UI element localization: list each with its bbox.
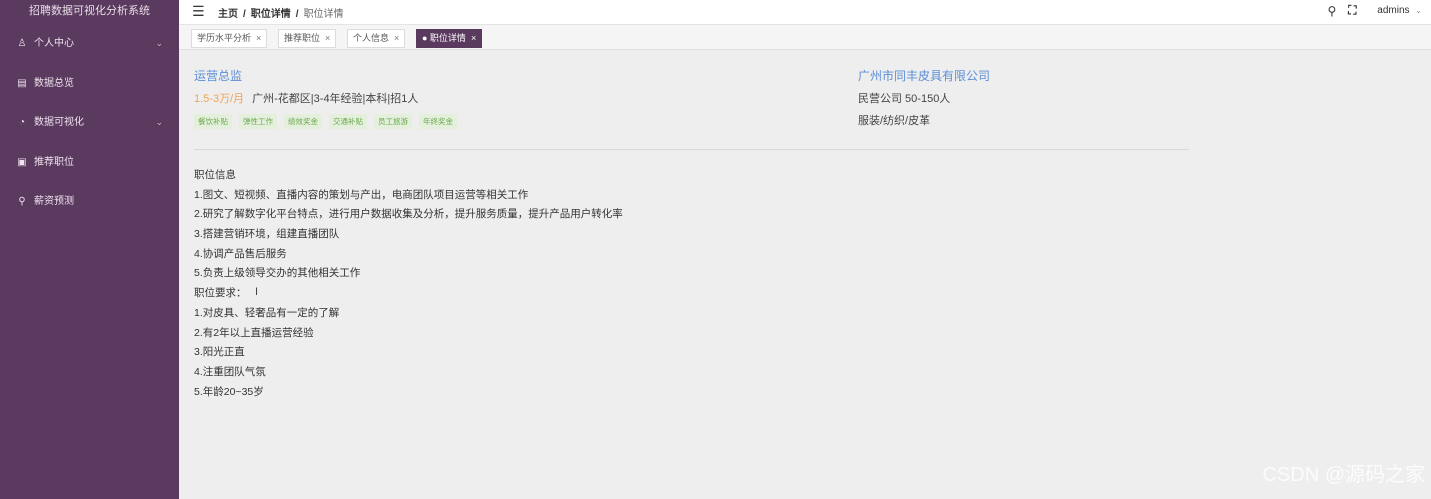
tab-label: 推荐职位 xyxy=(284,33,321,43)
description-line: 1.图文、短视频、直播内容的策划与产出，电商团队项目运营等相关工作 xyxy=(194,188,529,201)
job-summary: 1.5-3万/月 广州-花都区|3-4年经验|本科|招1人 xyxy=(194,90,418,106)
chevron-down-icon: ⌄ xyxy=(1415,5,1422,15)
fullscreen-icon[interactable]: ⛶ xyxy=(1348,3,1356,18)
pie-chart-icon: ◔ xyxy=(18,117,26,128)
description-line: 职位信息 xyxy=(194,169,236,181)
sidebar-item[interactable]: ♙ 个人中心 ⌄ xyxy=(0,24,179,64)
breadcrumb-separator: / xyxy=(243,9,246,20)
job-description: 职位信息 1.图文、短视频、直播内容的策划与产出，电商团队项目运营等相关工作 2… xyxy=(194,166,623,402)
sidebar-item[interactable]: ▣ 推荐职位 xyxy=(0,143,179,183)
benefit-tag: 员工旅游 xyxy=(374,114,412,129)
sidebar-item-label: 数据可视化 xyxy=(34,117,84,128)
description-line: 职位要求： xyxy=(194,287,247,300)
breadcrumb-section[interactable]: 职位详情 xyxy=(251,9,291,20)
sidebar-item-label: 数据总览 xyxy=(34,77,74,89)
description-line: 2.研究了解数字化平台特点，进行用户数据收集及分析，提升服务质量，提升产品用户转… xyxy=(194,208,623,221)
username: admins xyxy=(1377,4,1410,16)
benefit-tag: 交通补贴 xyxy=(329,114,367,129)
chevron-down-icon: ⌄ xyxy=(155,38,163,48)
breadcrumb-current: 职位详情 xyxy=(303,9,344,20)
briefcase-icon: ▣ xyxy=(17,156,27,168)
sidebar-item[interactable]: ▤ 数据总览 xyxy=(0,64,179,104)
tab-personal-info[interactable]: 个人信息 × xyxy=(347,29,406,48)
close-icon[interactable]: × xyxy=(256,33,261,43)
sidebar: 招聘数据可视化分析系统 ♙ 个人中心 ⌄ ▤ 数据总览 ◔ 数据可视化 ⌄ ▣ 推荐职位 ⚲ 薪资预测 xyxy=(0,0,179,499)
tab-bar: 学历水平分析 × 推荐职位 × 个人信息 × ● 职位详情 × xyxy=(179,25,1431,50)
benefit-tag: 年终奖金 xyxy=(419,114,457,129)
data-icon: ▤ xyxy=(17,77,27,89)
description-line: 4.协调产品售后服务 xyxy=(194,247,287,260)
breadcrumb: 主页 / 职位详情 / 职位详情 xyxy=(218,5,344,20)
tab-label: 学历水平分析 xyxy=(197,33,252,43)
sidebar-item-label: 个人中心 xyxy=(34,38,74,49)
sidebar-item[interactable]: ◔ 数据可视化 ⌄ xyxy=(0,103,179,143)
chevron-down-icon: ⌄ xyxy=(155,117,163,127)
tab-recommended-jobs[interactable]: 推荐职位 × xyxy=(278,29,337,48)
company-meta: 民营公司 50-150人 xyxy=(858,93,951,105)
salary: 1.5-3万/月 xyxy=(194,93,245,105)
sidebar-item-label: 薪资预测 xyxy=(34,196,74,207)
sidebar-menu: ♙ 个人中心 ⌄ ▤ 数据总览 ◔ 数据可视化 ⌄ ▣ 推荐职位 ⚲ 薪资预测 xyxy=(0,24,179,222)
description-line: 3.阳光正直 xyxy=(194,346,245,359)
tab-label: 个人信息 xyxy=(353,33,390,43)
watermark: CSDN @源码之家 xyxy=(1262,464,1425,486)
app-title: 招聘数据可视化分析系统 xyxy=(29,5,150,17)
tab-job-detail[interactable]: ● 职位详情 × xyxy=(416,29,483,48)
text-cursor-icon: I xyxy=(255,286,259,298)
breadcrumb-separator: / xyxy=(295,9,299,20)
menu-toggle-icon[interactable]: ☰ xyxy=(192,3,205,20)
search-icon: ⚲ xyxy=(18,196,26,207)
company-industry: 服装/纺织/皮革 xyxy=(858,115,931,127)
close-icon[interactable]: × xyxy=(394,33,399,43)
description-line: 3.搭建营销环境，组建直播团队 xyxy=(194,228,340,241)
user-menu[interactable]: admins ⌄ xyxy=(1368,5,1422,16)
job-title[interactable]: 运营总监 xyxy=(194,67,242,84)
header-actions: ⚲ ⛶ admins ⌄ xyxy=(1319,3,1423,18)
user-icon: ♙ xyxy=(17,38,27,49)
tab-education-analysis[interactable]: 学历水平分析 × xyxy=(191,29,268,48)
job-meta: 广州-花都区|3-4年经验|本科|招1人 xyxy=(252,93,419,105)
description-line: 5.年龄20~35岁 xyxy=(194,385,264,398)
job-detail-panel: 运营总监 1.5-3万/月 广州-花都区|3-4年经验|本科|招1人 餐饮补贴 弹性… xyxy=(179,50,1431,499)
sidebar-item[interactable]: ⚲ 薪资预测 xyxy=(0,182,179,222)
benefit-tag: 绩效奖金 xyxy=(284,114,322,129)
company-name[interactable]: 广州市同丰皮具有限公司 xyxy=(858,67,990,84)
close-icon[interactable]: × xyxy=(325,33,330,43)
sidebar-item-label: 推荐职位 xyxy=(34,156,74,168)
description-line: 1.对皮具、轻奢品有一定的了解 xyxy=(194,306,340,319)
close-icon[interactable]: × xyxy=(471,33,476,43)
benefit-tag: 餐饮补贴 xyxy=(194,114,232,129)
top-header: ☰ 主页 / 职位详情 / 职位详情 ⚲ ⛶ admins ⌄ xyxy=(179,0,1431,25)
divider xyxy=(194,149,1189,150)
tab-label: ● 职位详情 xyxy=(422,33,466,43)
breadcrumb-home[interactable]: 主页 xyxy=(218,9,238,20)
description-line: 4.注重团队气氛 xyxy=(194,365,266,378)
description-line: 5.负责上级领导交办的其他相关工作 xyxy=(194,267,361,280)
description-line: 2.有2年以上直播运营经验 xyxy=(194,326,314,339)
benefit-tags: 餐饮补贴 弹性工作 绩效奖金 交通补贴 员工旅游 年终奖金 xyxy=(194,114,464,129)
search-icon[interactable]: ⚲ xyxy=(1328,4,1337,18)
benefit-tag: 弹性工作 xyxy=(239,114,277,129)
